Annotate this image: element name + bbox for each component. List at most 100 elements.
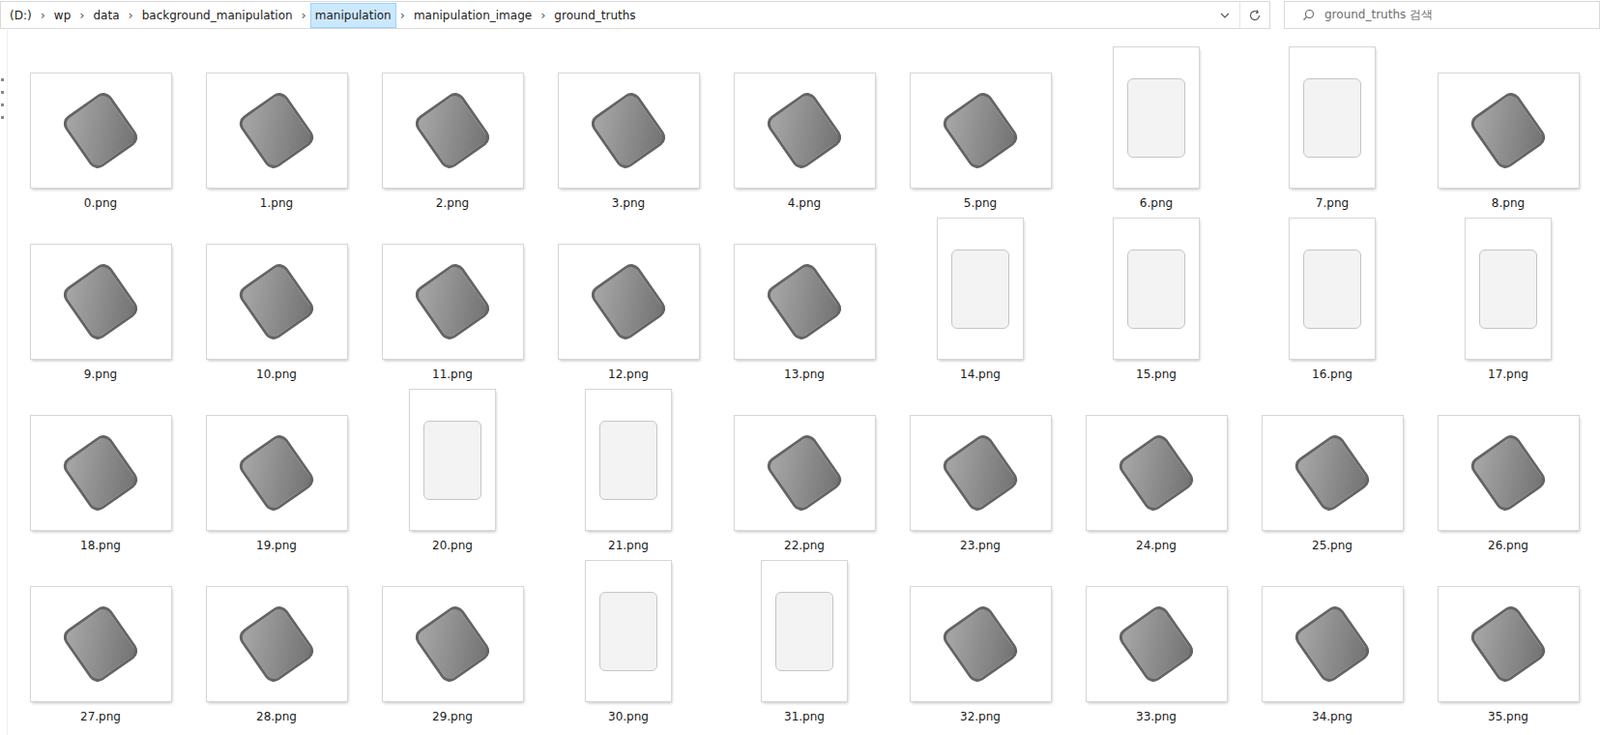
file-name: 8.png: [1491, 195, 1525, 211]
navigation-pane: [0, 29, 8, 735]
breadcrumb-item[interactable]: (D:): [4, 2, 37, 29]
address-bar[interactable]: (D:)› wp› data› background_manipulation›…: [0, 0, 1271, 30]
file-grid: 0.png 1.png 2.png 3.png 4.png 5.png 6.pn…: [7, 29, 1597, 735]
refresh-button[interactable]: [1239, 1, 1270, 29]
file-item[interactable]: 34.png: [1244, 560, 1421, 732]
image-thumbnail: [409, 389, 495, 530]
toolbar: (D:)› wp› data› background_manipulation›…: [0, 0, 1600, 30]
file-item[interactable]: 8.png: [1420, 47, 1597, 219]
file-name: 24.png: [1135, 537, 1177, 553]
file-item[interactable]: 20.png: [364, 389, 541, 561]
file-item[interactable]: 1.png: [188, 47, 365, 219]
file-item[interactable]: 12.png: [540, 218, 717, 390]
file-item[interactable]: 30.png: [540, 560, 717, 732]
file-item[interactable]: 15.png: [1068, 218, 1245, 390]
image-thumbnail: [382, 73, 524, 188]
file-item[interactable]: 16.png: [1244, 218, 1421, 390]
file-item[interactable]: 32.png: [892, 560, 1069, 732]
file-name: 27.png: [80, 708, 121, 725]
breadcrumb-item[interactable]: manipulation_image: [408, 2, 537, 29]
file-name: 29.png: [432, 708, 473, 725]
breadcrumb-item[interactable]: data: [88, 2, 125, 29]
file-item[interactable]: 29.png: [364, 560, 541, 732]
file-item[interactable]: 26.png: [1420, 389, 1597, 561]
file-name: 17.png: [1487, 366, 1529, 382]
file-item[interactable]: 3.png: [540, 47, 717, 219]
breadcrumb-item[interactable]: background_manipulation: [137, 2, 298, 29]
file-item[interactable]: 5.png: [892, 47, 1069, 219]
file-item[interactable]: 28.png: [188, 560, 365, 732]
breadcrumb-separator[interactable]: ›: [75, 7, 88, 23]
refresh-icon: [1248, 8, 1262, 23]
file-item[interactable]: 14.png: [892, 218, 1069, 390]
file-item[interactable]: 25.png: [1244, 389, 1421, 561]
file-name: 34.png: [1311, 708, 1353, 725]
file-name: 5.png: [963, 195, 997, 211]
image-thumbnail: [1113, 47, 1199, 188]
file-item[interactable]: 2.png: [364, 47, 541, 219]
file-item[interactable]: 21.png: [540, 389, 717, 561]
file-item[interactable]: 6.png: [1068, 47, 1245, 219]
image-thumbnail: [1086, 415, 1227, 530]
search-box[interactable]: ground_truths 검색: [1283, 0, 1600, 30]
file-name: 20.png: [432, 537, 473, 553]
file-name: 15.png: [1135, 366, 1177, 382]
file-item[interactable]: 35.png: [1420, 560, 1597, 732]
image-thumbnail: [910, 586, 1051, 701]
file-name: 1.png: [260, 195, 293, 211]
file-name: 32.png: [960, 708, 1001, 725]
image-thumbnail: [1289, 218, 1375, 359]
file-name: 14.png: [960, 366, 1001, 382]
file-name: 35.png: [1487, 708, 1529, 725]
image-thumbnail: [1438, 73, 1579, 188]
image-thumbnail: [382, 586, 524, 701]
breadcrumb-item[interactable]: ground_truths: [549, 2, 640, 29]
file-item[interactable]: 11.png: [364, 218, 541, 390]
breadcrumb-separator[interactable]: ›: [536, 7, 550, 23]
file-name: 6.png: [1139, 195, 1173, 211]
breadcrumb-item[interactable]: wp: [49, 2, 76, 29]
file-item[interactable]: 22.png: [716, 389, 893, 561]
file-item[interactable]: 0.png: [12, 47, 189, 219]
file-item[interactable]: 27.png: [12, 560, 189, 732]
file-item[interactable]: 24.png: [1068, 389, 1245, 561]
file-item[interactable]: 13.png: [716, 218, 893, 390]
file-name: 10.png: [256, 366, 297, 382]
image-thumbnail: [206, 415, 348, 530]
breadcrumb-separator[interactable]: ›: [396, 7, 409, 23]
image-thumbnail: [585, 560, 671, 701]
file-item[interactable]: 19.png: [188, 389, 365, 561]
breadcrumb-separator[interactable]: ›: [36, 7, 50, 23]
file-name: 4.png: [787, 195, 821, 211]
file-name: 26.png: [1487, 537, 1529, 553]
image-thumbnail: [585, 389, 671, 530]
breadcrumb-separator[interactable]: ›: [124, 7, 138, 23]
file-item[interactable]: 23.png: [892, 389, 1069, 561]
file-item[interactable]: 7.png: [1244, 47, 1421, 219]
file-name: 11.png: [432, 366, 473, 382]
image-thumbnail: [1438, 415, 1579, 530]
file-name: 2.png: [436, 195, 469, 211]
file-item[interactable]: 9.png: [12, 218, 189, 390]
file-name: 19.png: [256, 537, 297, 553]
image-thumbnail: [206, 586, 348, 701]
file-name: 28.png: [256, 708, 297, 725]
file-item[interactable]: 33.png: [1068, 560, 1245, 732]
file-item[interactable]: 18.png: [12, 389, 189, 561]
file-item[interactable]: 10.png: [188, 218, 365, 390]
image-thumbnail: [734, 73, 875, 188]
image-thumbnail: [1113, 218, 1199, 359]
image-thumbnail: [734, 415, 875, 530]
image-thumbnail: [1086, 586, 1227, 701]
file-item[interactable]: 4.png: [716, 47, 893, 219]
image-thumbnail: [30, 73, 172, 188]
file-item[interactable]: 17.png: [1420, 218, 1597, 390]
breadcrumb-separator[interactable]: ›: [297, 7, 311, 23]
file-item[interactable]: 31.png: [716, 560, 893, 732]
breadcrumb-item[interactable]: manipulation: [310, 2, 397, 29]
file-name: 30.png: [608, 708, 649, 725]
history-dropdown[interactable]: [1210, 1, 1240, 29]
image-thumbnail: [910, 415, 1051, 530]
file-name: 21.png: [608, 537, 649, 553]
file-name: 16.png: [1311, 366, 1353, 382]
